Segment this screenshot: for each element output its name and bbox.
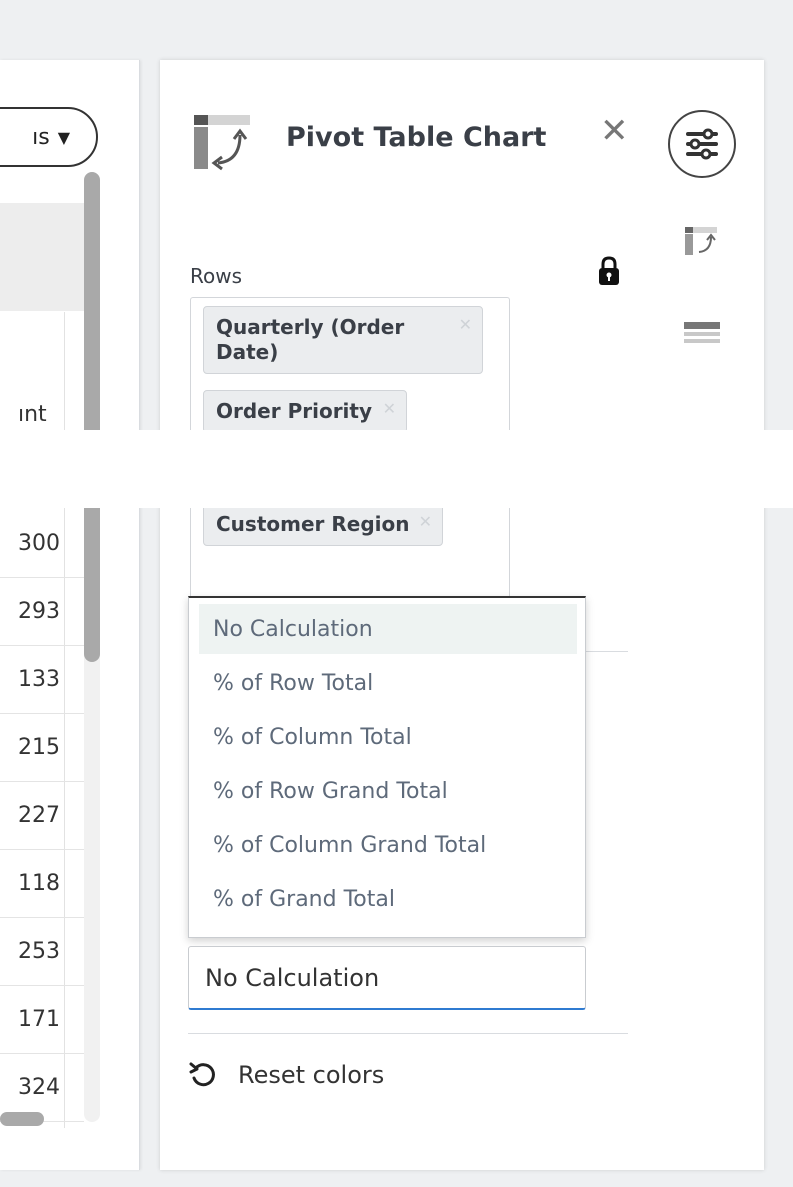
pivot-table-icon — [194, 115, 250, 171]
dropdown-option[interactable]: % of Column Grand Total — [199, 820, 577, 870]
divider-line — [586, 651, 628, 652]
table-row: 227 — [0, 782, 84, 850]
view-dropdown-label: ıs — [32, 124, 50, 150]
sliders-icon — [686, 128, 718, 160]
app-canvas: ıs ▼ ınt 300 293 133 215 227 118 253 171… — [0, 0, 793, 1187]
reset-colors-label: Reset colors — [238, 1061, 385, 1089]
close-icon[interactable]: ✕ — [600, 114, 629, 148]
torn-section-break — [0, 430, 793, 508]
pivot-chart-small-icon[interactable] — [684, 226, 718, 256]
dropdown-option[interactable]: % of Row Total — [199, 658, 577, 708]
remove-chip-icon[interactable]: ✕ — [419, 512, 432, 532]
table-row: 171 — [0, 986, 84, 1054]
table-row: 300 — [0, 510, 84, 578]
lock-icon[interactable] — [597, 256, 621, 286]
horizontal-scrollbar-thumb[interactable] — [0, 1112, 44, 1126]
remove-chip-icon[interactable]: ✕ — [459, 315, 472, 335]
calculation-select-value: No Calculation — [205, 963, 380, 992]
remove-chip-icon[interactable]: ✕ — [383, 399, 396, 419]
panel-title: Pivot Table Chart — [286, 122, 547, 153]
row-chip-label: Order Priority — [216, 399, 373, 423]
dropdown-option[interactable]: % of Row Grand Total — [199, 766, 577, 816]
row-chip[interactable]: Quarterly (Order Date) ✕ — [203, 306, 483, 374]
settings-button[interactable] — [668, 110, 736, 178]
table-icon[interactable] — [684, 322, 720, 346]
dropdown-option[interactable]: No Calculation — [199, 604, 577, 654]
dropdown-option[interactable]: % of Column Total — [199, 712, 577, 762]
vertical-scrollbar-thumb[interactable] — [84, 172, 100, 662]
table-header-band — [0, 203, 84, 311]
undo-icon — [189, 1062, 215, 1087]
table-row: 133 — [0, 646, 84, 714]
caret-down-icon: ▼ — [57, 127, 70, 147]
table-preview-panel: ıs ▼ ınt 300 293 133 215 227 118 253 171… — [0, 60, 140, 1170]
divider-line — [188, 1033, 628, 1034]
rows-label: Rows — [190, 264, 243, 288]
table-row: 118 — [0, 850, 84, 918]
reset-colors-button[interactable]: Reset colors — [188, 1060, 384, 1090]
table-row: 215 — [0, 714, 84, 782]
row-chip-label: Customer Region — [216, 512, 410, 536]
dropdown-option[interactable]: % of Grand Total — [199, 874, 577, 924]
row-chip[interactable]: Customer Region ✕ — [203, 503, 443, 546]
calculation-dropdown-menu: No Calculation % of Row Total % of Colum… — [188, 596, 586, 938]
row-chip-label: Quarterly (Order Date) — [216, 315, 405, 364]
table-row: 253 — [0, 918, 84, 986]
table-row: 293 — [0, 578, 84, 646]
calculation-select[interactable]: No Calculation — [188, 946, 586, 1010]
row-chip[interactable]: Order Priority ✕ — [203, 390, 407, 433]
view-dropdown-button[interactable]: ıs ▼ — [0, 107, 98, 167]
